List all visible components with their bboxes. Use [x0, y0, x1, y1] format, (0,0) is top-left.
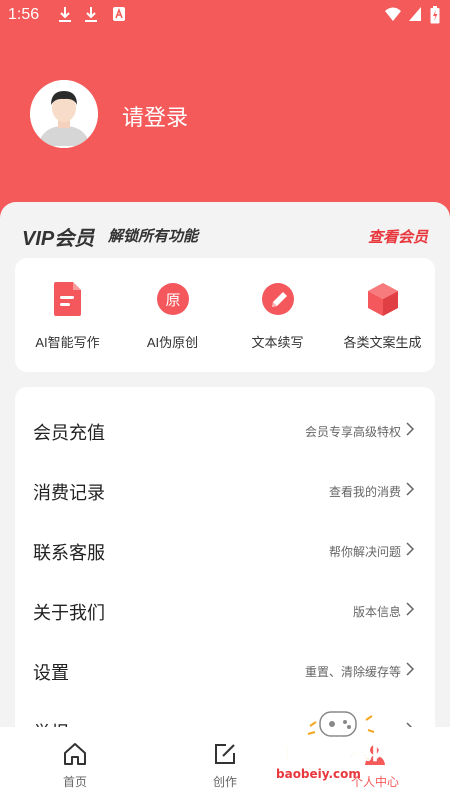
feature-label: AI智能写作: [35, 335, 100, 350]
feature-label: 文本续写: [251, 335, 304, 350]
chevron-right-icon: [406, 542, 415, 556]
user-avatar-icon: [30, 80, 98, 148]
avatar[interactable]: [30, 80, 98, 148]
nav-label: 创作: [212, 775, 237, 789]
home-icon: [64, 743, 86, 765]
pencil-icon: [262, 283, 294, 315]
menu-item-purchase-history[interactable]: 消费记录 查看我的消费: [15, 447, 435, 507]
menu-item-membership-recharge[interactable]: 会员充值 会员专享高级特权: [15, 387, 435, 447]
menu-description: 帮你解决问题: [328, 545, 401, 559]
menu-label: 联系客服: [33, 543, 105, 563]
bottom-navigation: 首页 创作 个人中心: [0, 727, 450, 800]
vip-subtitle: 解锁所有功能: [108, 228, 199, 245]
original-icon: 原: [157, 283, 189, 315]
signal-icon: [409, 7, 421, 21]
vip-title: VIP会员: [22, 228, 95, 250]
status-time: 1:56: [8, 6, 40, 23]
nav-create[interactable]: 创作: [175, 727, 275, 800]
svg-text:原: 原: [165, 291, 180, 309]
nav-label: 个人中心: [350, 775, 399, 789]
feature-copy-generation[interactable]: 各类文案生成: [330, 258, 435, 372]
nav-label: 首页: [62, 775, 87, 789]
feature-grid: AI智能写作 原 AI伪原创 文本续写 各类文案生成: [15, 258, 435, 372]
app-notification-icon: [113, 7, 125, 21]
feature-ai-writing[interactable]: AI智能写作: [15, 258, 120, 372]
status-bar: 1:56: [0, 0, 450, 32]
menu-label: 会员充值: [33, 423, 105, 443]
menu-description: 查看我的消费: [328, 485, 401, 499]
chevron-right-icon: [406, 482, 415, 496]
chevron-right-icon: [406, 602, 415, 616]
battery-icon: [430, 6, 440, 24]
wifi-icon: [385, 7, 401, 21]
view-membership-link[interactable]: 查看会员: [368, 226, 428, 247]
edit-icon: [215, 744, 235, 764]
feature-pseudo-original[interactable]: 原 AI伪原创: [120, 258, 225, 372]
menu-label: 关于我们: [33, 603, 105, 623]
menu-label: 设置: [33, 663, 69, 683]
cube-icon: [368, 283, 398, 316]
menu-item-customer-service[interactable]: 联系客服 帮你解决问题: [15, 507, 435, 567]
download-icon: [59, 7, 71, 22]
menu-item-settings[interactable]: 设置 重置、清除缓存等: [15, 627, 435, 687]
feature-text-continue[interactable]: 文本续写: [225, 258, 330, 372]
nav-home[interactable]: 首页: [25, 727, 125, 800]
feature-label: AI伪原创: [146, 335, 199, 350]
vip-banner: VIP会员 解锁所有功能 查看会员: [22, 222, 428, 250]
menu-description: 版本信息: [352, 605, 401, 619]
menu-item-about-us[interactable]: 关于我们 版本信息: [15, 567, 435, 627]
menu-description: 重置、清除缓存等: [304, 665, 401, 679]
menu-description: 会员专享高级特权: [304, 425, 401, 439]
chevron-right-icon: [406, 662, 415, 676]
menu-label: 消费记录: [33, 483, 105, 503]
feature-label: 各类文案生成: [343, 335, 422, 350]
profile-section[interactable]: 请登录: [30, 80, 420, 150]
chevron-right-icon: [406, 422, 415, 436]
download-icon: [85, 7, 97, 22]
document-icon: [54, 282, 81, 316]
login-prompt[interactable]: 请登录: [122, 100, 188, 132]
user-icon: [365, 745, 385, 765]
nav-profile[interactable]: 个人中心: [325, 727, 425, 800]
